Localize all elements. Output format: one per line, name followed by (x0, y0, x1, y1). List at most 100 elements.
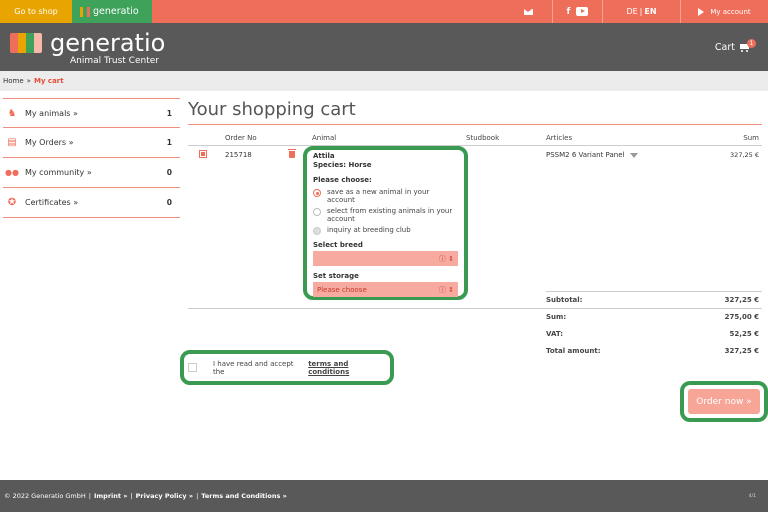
summary-divider (188, 308, 762, 309)
footer: © 2022 Generatio GmbH | Imprint » | Priv… (0, 480, 768, 512)
language-switch: DE | EN (602, 0, 680, 23)
article-name: PSSM2 6 Variant Panel (546, 151, 625, 159)
sidebar-item-label: Certificates » (25, 198, 79, 207)
set-storage-dropdown[interactable]: Please choose ⓘ ⇕ (313, 282, 458, 297)
subtotal-row: Subtotal: 327,25 € (546, 296, 759, 304)
set-storage-value: Please choose (317, 285, 367, 294)
sidebar-item-count: 1 (166, 108, 172, 118)
vat-row: VAT: 52,25 € (546, 330, 759, 338)
radio-button-selected[interactable] (313, 189, 321, 197)
column-header-studbook: Studbook (466, 134, 500, 142)
option-new-animal[interactable]: save as a new animal in your account (313, 188, 458, 204)
subtotal-divider (546, 291, 762, 292)
sum-value: 275,00 € (724, 313, 759, 321)
cart-count-badge: 1 (747, 39, 756, 48)
option-label: inquiry at breeding club (327, 226, 411, 234)
sidebar-item-label: My animals » (25, 108, 78, 118)
row-select-checkbox[interactable] (199, 150, 207, 158)
trash-icon[interactable] (288, 149, 296, 158)
breadcrumb-current: My cart (33, 77, 64, 85)
users-icon: ●● (5, 168, 19, 177)
sidebar-item-label: My community » (25, 168, 92, 177)
option-breeding-club: inquiry at breeding club (313, 226, 458, 235)
mail-button[interactable] (504, 0, 552, 23)
column-header-animal: Animal (312, 134, 337, 142)
column-header-order-no: Order No (225, 134, 257, 142)
option-existing-animal[interactable]: select from existing animals in your acc… (313, 207, 458, 223)
footer-imprint-link[interactable]: Imprint » (94, 492, 127, 500)
breadcrumb-home[interactable]: Home (3, 77, 24, 85)
generatio-logo-icon[interactable] (10, 33, 42, 53)
logo-subtitle: Animal Trust Center (70, 56, 159, 66)
subtotal-value: 327,25 € (724, 296, 759, 304)
option-label: save as a new animal in your account (327, 188, 430, 204)
order-number: 215718 (225, 151, 252, 159)
article-cell: PSSM2 6 Variant Panel (546, 151, 639, 159)
row-price: 327,25 € (730, 151, 759, 159)
award-icon: ✪ (7, 197, 17, 208)
social-links: f (552, 0, 602, 23)
sidebar-item-my-orders[interactable]: ▤ My Orders » 1 (3, 128, 180, 158)
breadcrumb-separator: » (26, 77, 31, 85)
sum-label: Sum: (546, 313, 567, 321)
clipboard-icon: ▤ (7, 137, 17, 148)
cart-link[interactable]: Cart 1 (714, 39, 756, 53)
chevron-down-icon[interactable] (630, 152, 639, 158)
play-arrow-icon (698, 7, 705, 16)
animal-name: Attila (313, 152, 335, 160)
terms-checkbox[interactable] (188, 363, 197, 372)
sidebar-item-count: 1 (166, 138, 172, 147)
page-title: Your shopping cart (188, 99, 356, 120)
table-header-divider (188, 145, 762, 146)
sidebar-item-count: 0 (166, 168, 172, 177)
warning-chevron-icon: ⓘ ⇕ (438, 254, 454, 263)
sidebar-item-count: 0 (166, 198, 172, 207)
sum-row: Sum: 275,00 € (546, 313, 759, 321)
site-header: generatio Animal Trust Center Cart 1 (0, 23, 768, 71)
title-divider (188, 124, 762, 125)
top-bar: Go to shop generatio f DE | EN My accoun… (0, 0, 768, 23)
footer-privacy-link[interactable]: Privacy Policy » (136, 492, 193, 500)
total-row: Total amount: 327,25 € (546, 347, 759, 355)
my-account-button[interactable]: My account (680, 0, 768, 23)
footer-version: 4/1 (748, 493, 756, 499)
horse-icon: ♞ (7, 107, 17, 119)
radio-button[interactable] (313, 208, 321, 216)
breadcrumb: Home » My cart (0, 71, 768, 91)
sidebar-item-my-animals[interactable]: ♞ My animals » 1 (3, 98, 180, 128)
lang-de-link[interactable]: DE (626, 7, 637, 16)
sidebar-item-my-community[interactable]: ●● My community » 0 (3, 158, 180, 188)
lang-en-link[interactable]: EN (644, 7, 656, 16)
cart-label: Cart (714, 42, 735, 53)
radio-button-disabled (313, 227, 321, 235)
facebook-icon[interactable]: f (567, 7, 571, 17)
select-breed-label: Select breed (313, 241, 363, 249)
mail-icon (523, 8, 533, 15)
lang-separator: | (639, 7, 643, 16)
terms-link[interactable]: terms and conditions (308, 360, 390, 376)
footer-separator: | (196, 492, 199, 500)
sidebar-item-label: My Orders » (25, 138, 74, 147)
my-account-label: My account (710, 7, 751, 16)
generatio-tab[interactable]: generatio (72, 0, 152, 23)
vat-value: 52,25 € (729, 330, 759, 338)
go-to-shop-button[interactable]: Go to shop (0, 0, 72, 23)
footer-copyright: © 2022 Generatio GmbH (4, 492, 86, 500)
please-choose-label: Please choose: (313, 176, 372, 184)
footer-terms-link[interactable]: Terms and Conditions » (201, 492, 287, 500)
logo-title[interactable]: generatio (50, 29, 165, 57)
generatio-logo-icon (80, 6, 90, 17)
order-now-button[interactable]: Order now » (688, 389, 760, 414)
animal-selection-panel: Attila Species: Horse Please choose: sav… (303, 146, 468, 300)
footer-separator: | (88, 492, 91, 500)
vat-label: VAT: (546, 330, 564, 338)
youtube-icon[interactable] (576, 7, 589, 16)
animal-species: Species: Horse (313, 161, 372, 169)
sidebar-item-certificates[interactable]: ✪ Certificates » 0 (3, 188, 180, 218)
option-label: select from existing animals in your acc… (327, 207, 453, 223)
generatio-tab-label: generatio (93, 6, 139, 17)
sidebar: ♞ My animals » 1 ▤ My Orders » 1 ●● My c… (3, 98, 180, 218)
total-value: 327,25 € (724, 347, 759, 355)
total-label: Total amount: (546, 347, 601, 355)
select-breed-dropdown[interactable]: ⓘ ⇕ (313, 251, 458, 266)
